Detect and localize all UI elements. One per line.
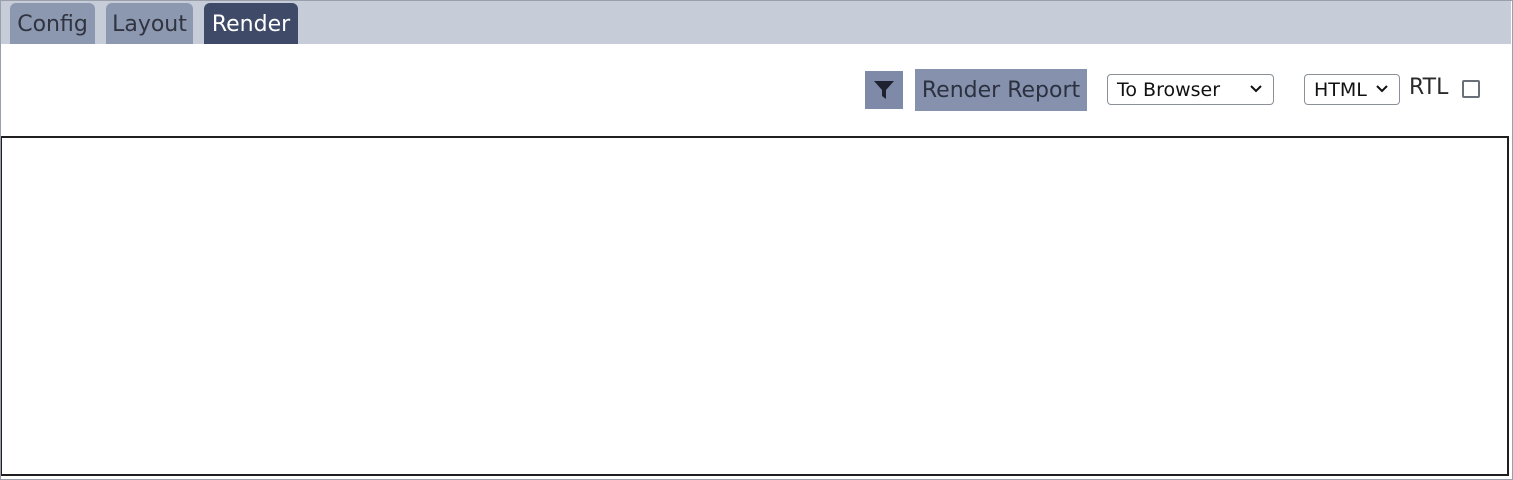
tab-render[interactable]: Render [204, 3, 298, 45]
render-report-label: Render Report [921, 77, 1081, 103]
format-select[interactable]: HTML [1304, 74, 1400, 105]
tab-label: Render [211, 11, 291, 37]
format-select-value: HTML [1314, 78, 1367, 101]
filter-icon [874, 81, 894, 99]
destination-select[interactable]: To Browser [1107, 74, 1274, 105]
report-output-panel [0, 136, 1509, 476]
rtl-label: RTL [1409, 75, 1449, 100]
tab-config[interactable]: Config [10, 3, 95, 45]
tab-label: Config [17, 11, 88, 37]
tab-layout[interactable]: Layout [106, 3, 193, 45]
destination-select-value: To Browser [1117, 78, 1221, 101]
filter-button[interactable] [865, 71, 903, 109]
tab-strip: Config Layout Render [1, 1, 1511, 45]
report-designer-window: Config Layout Render Render Report To Br… [0, 0, 1513, 480]
render-toolbar: Render Report To Browser HTML RTL [1, 44, 1511, 136]
tab-label: Layout [112, 11, 187, 37]
chevron-down-icon [1376, 85, 1388, 93]
rtl-checkbox[interactable] [1462, 80, 1480, 98]
render-report-button[interactable]: Render Report [915, 69, 1087, 111]
chevron-down-icon [1250, 85, 1262, 93]
